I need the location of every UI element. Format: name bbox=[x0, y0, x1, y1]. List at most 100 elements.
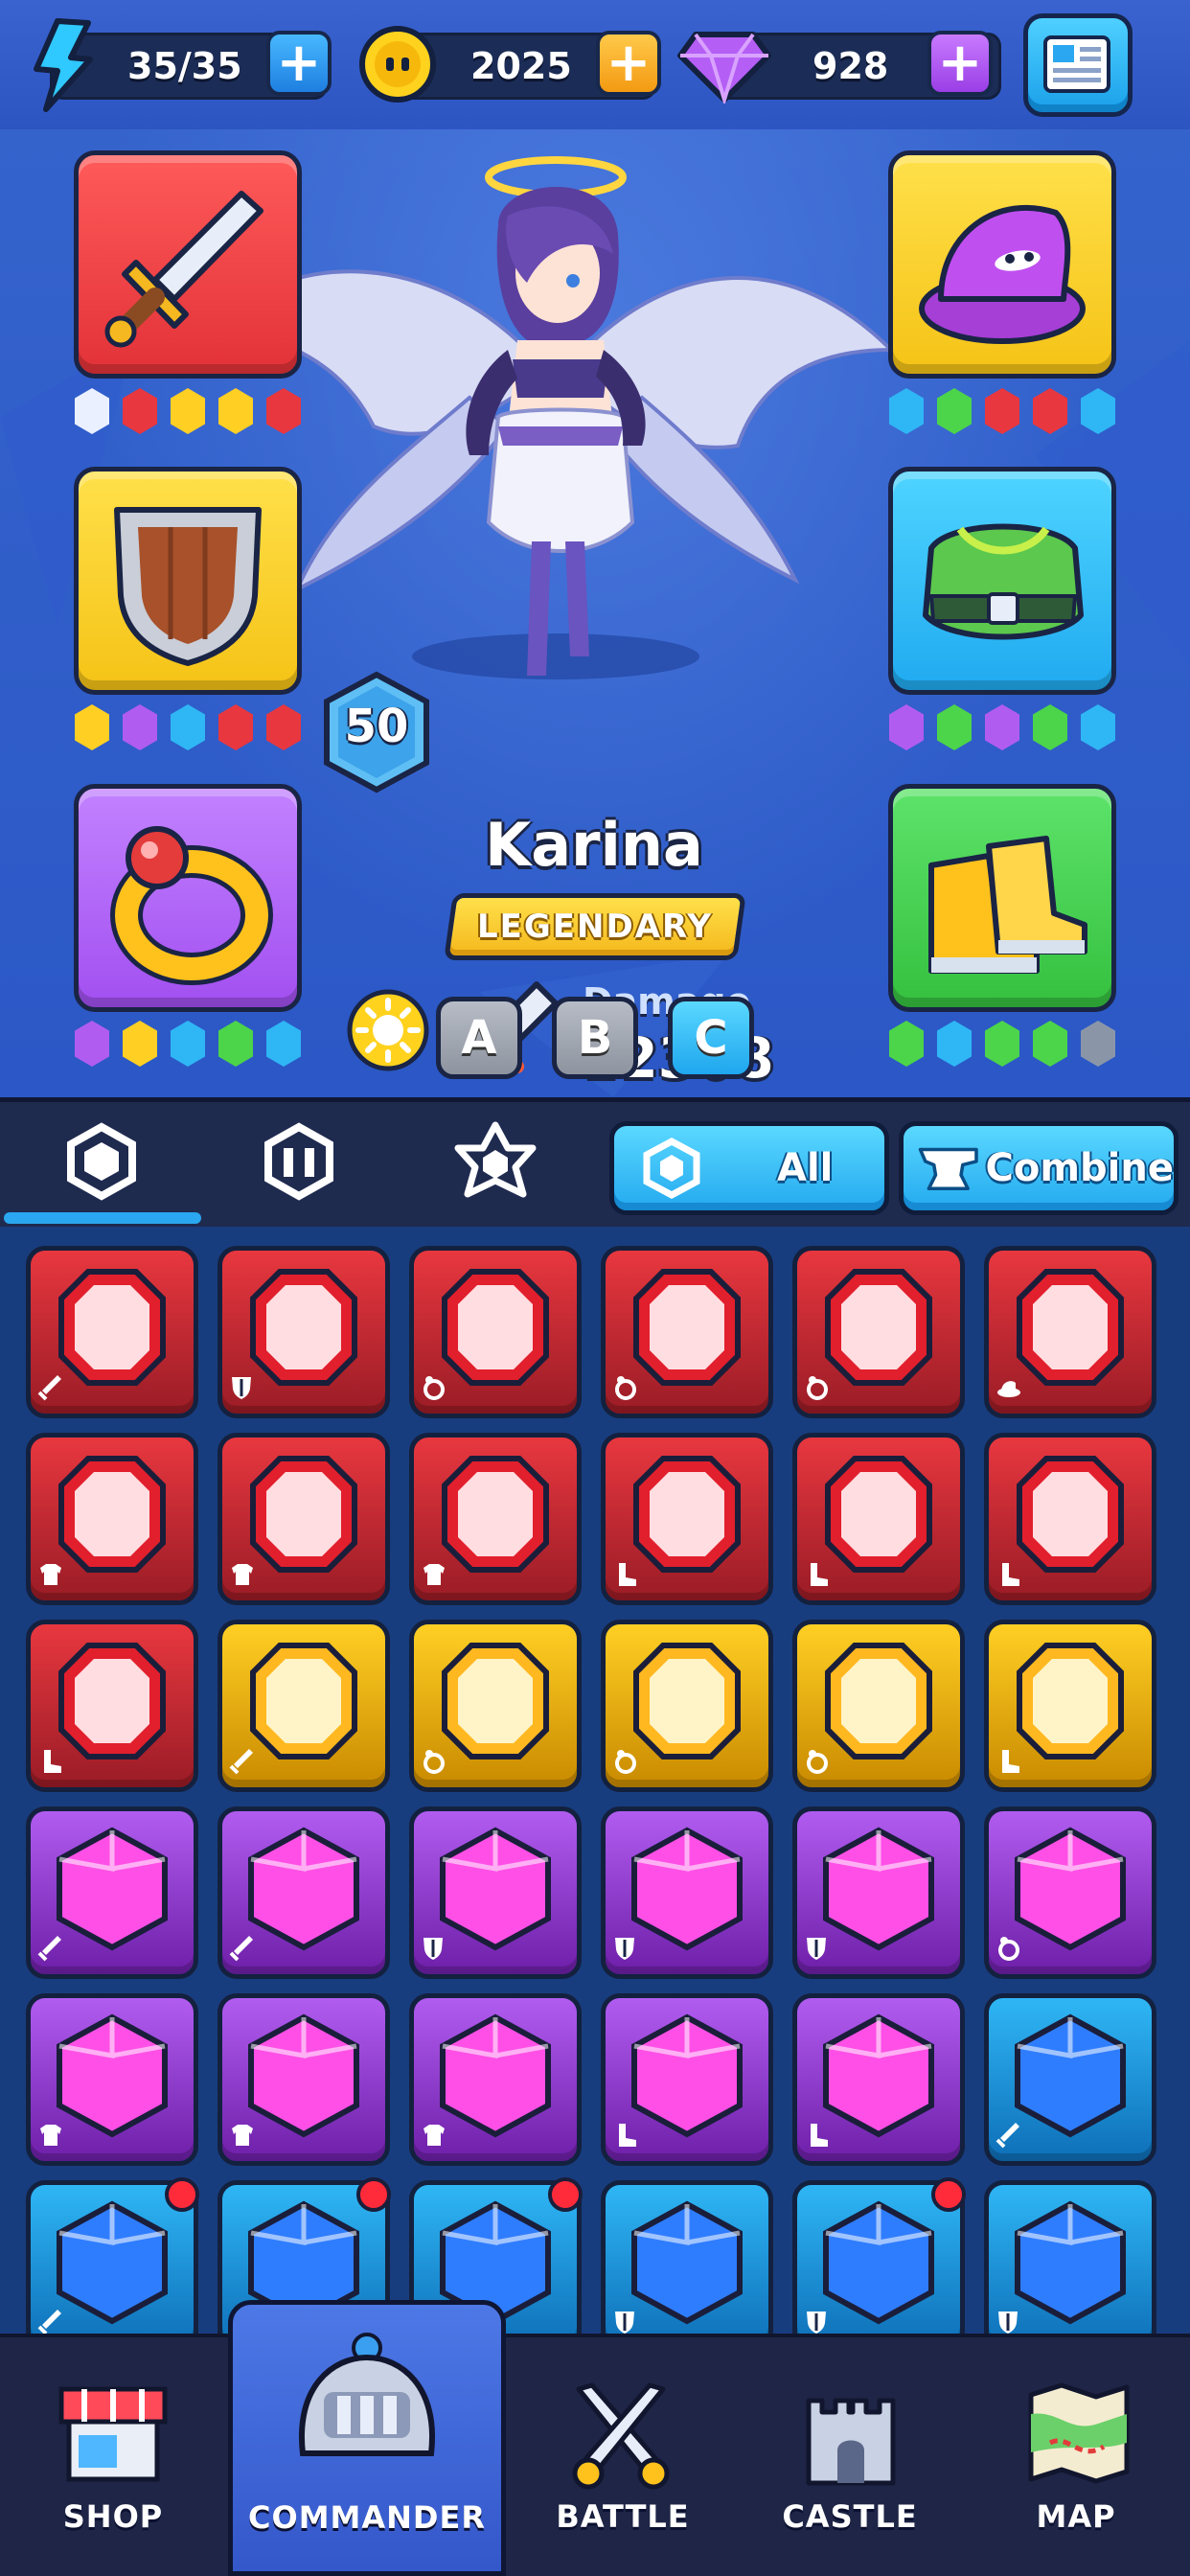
add-energy-button[interactable]: + bbox=[266, 31, 332, 96]
gem-tile[interactable] bbox=[601, 1620, 773, 1792]
gem-socket bbox=[171, 704, 205, 750]
newspaper-icon bbox=[1043, 35, 1110, 93]
level-badge: 50 bbox=[321, 671, 432, 797]
gem-icon bbox=[423, 1456, 549, 1585]
gem-tile[interactable] bbox=[601, 2180, 773, 2334]
gem-tile[interactable] bbox=[217, 1993, 390, 2166]
shield-slot-icon bbox=[615, 2312, 634, 2334]
add-gems-button[interactable]: + bbox=[927, 31, 993, 96]
ring-icon bbox=[110, 826, 273, 985]
gem-tile[interactable] bbox=[26, 1806, 198, 1979]
gem-icon bbox=[677, 32, 771, 104]
gem-socket bbox=[123, 704, 157, 750]
gem-tile[interactable] bbox=[26, 1246, 198, 1418]
shield-gem-sockets bbox=[75, 704, 301, 750]
boots-slot[interactable] bbox=[888, 784, 1116, 1012]
ring-slot[interactable] bbox=[74, 784, 302, 1012]
gem-icon bbox=[423, 1827, 551, 1960]
gem-icon bbox=[44, 1643, 166, 1773]
gem-icon bbox=[811, 2013, 934, 2147]
resource-bar: 35/35 + 2025 + 928 + bbox=[0, 0, 1190, 129]
loadout-b-button[interactable]: B bbox=[552, 997, 638, 1079]
tab-gems[interactable] bbox=[61, 1121, 142, 1202]
nav-shop[interactable]: SHOP bbox=[0, 2334, 226, 2576]
gem-tile[interactable] bbox=[792, 1433, 965, 1605]
gem-tile[interactable] bbox=[26, 1993, 198, 2166]
hero-name: Karina bbox=[485, 810, 703, 880]
weapon-slot[interactable] bbox=[74, 150, 302, 379]
loadout-a-button[interactable]: A bbox=[436, 997, 522, 1079]
wizard-hat-icon bbox=[919, 204, 1086, 344]
gem-tile[interactable] bbox=[984, 1620, 1156, 1792]
gem-tile[interactable] bbox=[409, 1246, 582, 1418]
gem-tile[interactable] bbox=[984, 1246, 1156, 1418]
tab-star-gems[interactable] bbox=[454, 1121, 537, 1204]
tab-gem-sets[interactable] bbox=[259, 1121, 339, 1202]
combine-button[interactable]: Combine bbox=[899, 1121, 1179, 1215]
loadout-c-label: C bbox=[694, 1011, 728, 1065]
sword-slot-icon bbox=[37, 2310, 61, 2334]
gem-tile[interactable] bbox=[26, 2177, 199, 2334]
filter-all-button[interactable]: All bbox=[609, 1121, 889, 1215]
nav-castle[interactable]: CASTLE bbox=[740, 2334, 960, 2576]
sword-slot-icon bbox=[229, 1749, 253, 1775]
gem-socket bbox=[1081, 388, 1115, 434]
ring-gem-sockets bbox=[75, 1021, 301, 1067]
gem-icon bbox=[229, 1643, 357, 1775]
gem-socket bbox=[985, 704, 1019, 750]
sword-slot-icon bbox=[37, 1375, 61, 1401]
add-coins-button[interactable]: + bbox=[596, 31, 661, 96]
gem-icon bbox=[232, 1269, 357, 1399]
gem-icon bbox=[232, 1456, 357, 1585]
nav-castle-label: CASTLE bbox=[782, 2498, 918, 2535]
gem-tile[interactable] bbox=[26, 1620, 198, 1792]
gem-tile[interactable] bbox=[984, 1806, 1156, 1979]
weapon-gem-sockets bbox=[75, 388, 301, 434]
gem-icon bbox=[232, 2013, 359, 2146]
armor-slot[interactable] bbox=[888, 467, 1116, 695]
gem-tile[interactable] bbox=[409, 1433, 582, 1605]
gem-icon bbox=[998, 2200, 1126, 2334]
nav-battle[interactable]: BATTLE bbox=[508, 2334, 738, 2576]
gem-tile[interactable] bbox=[792, 1246, 965, 1418]
gem-tile[interactable] bbox=[217, 1620, 390, 1792]
gem-tile[interactable] bbox=[409, 1806, 582, 1979]
sword-slot-icon bbox=[37, 1936, 61, 1962]
nav-battle-label: BATTLE bbox=[556, 2498, 690, 2535]
gem-tile[interactable] bbox=[217, 1246, 390, 1418]
gem-tile[interactable] bbox=[792, 1806, 965, 1979]
news-button[interactable] bbox=[1023, 13, 1133, 117]
shield-slot[interactable] bbox=[74, 467, 302, 695]
ring-slot-icon bbox=[423, 1376, 445, 1400]
gem-inventory-grid bbox=[0, 1227, 1190, 2334]
gem-tile[interactable] bbox=[984, 1993, 1156, 2166]
shield-slot-icon bbox=[423, 1938, 443, 1960]
nav-map[interactable]: MAP bbox=[962, 2334, 1190, 2576]
gem-socket bbox=[75, 1021, 109, 1067]
gem-tile[interactable] bbox=[792, 1993, 965, 2166]
gem-icon bbox=[37, 2200, 168, 2334]
gem-tile[interactable] bbox=[26, 1433, 198, 1605]
gem-tile[interactable] bbox=[792, 2177, 966, 2334]
gem-tile[interactable] bbox=[601, 1246, 773, 1418]
hero-panel: 50 Karina LEGENDARY Damage 12308 bbox=[0, 129, 1190, 1097]
loadout-c-button[interactable]: C bbox=[668, 997, 754, 1079]
ring-slot-icon bbox=[615, 1750, 636, 1774]
gem-tile[interactable] bbox=[601, 1433, 773, 1605]
gem-tile[interactable] bbox=[409, 1620, 582, 1792]
gem-tile[interactable] bbox=[792, 1620, 965, 1792]
gem-tile[interactable] bbox=[409, 1993, 582, 2166]
boot-slot-icon bbox=[619, 1563, 636, 1586]
nav-commander[interactable]: COMMANDER bbox=[228, 2300, 506, 2576]
gem-tile[interactable] bbox=[984, 1433, 1156, 1605]
boot-slot-icon bbox=[811, 2124, 828, 2147]
gem-tile[interactable] bbox=[217, 1433, 390, 1605]
energy-value: 35/35 bbox=[127, 45, 242, 87]
gem-tile[interactable] bbox=[217, 1806, 390, 1979]
gem-tile[interactable] bbox=[984, 2180, 1156, 2334]
gem-icon bbox=[40, 2013, 168, 2146]
hat-slot[interactable] bbox=[888, 150, 1116, 379]
gem-tile[interactable] bbox=[601, 1806, 773, 1979]
gem-tile[interactable] bbox=[601, 1993, 773, 2166]
gem-socket bbox=[1081, 1021, 1115, 1067]
